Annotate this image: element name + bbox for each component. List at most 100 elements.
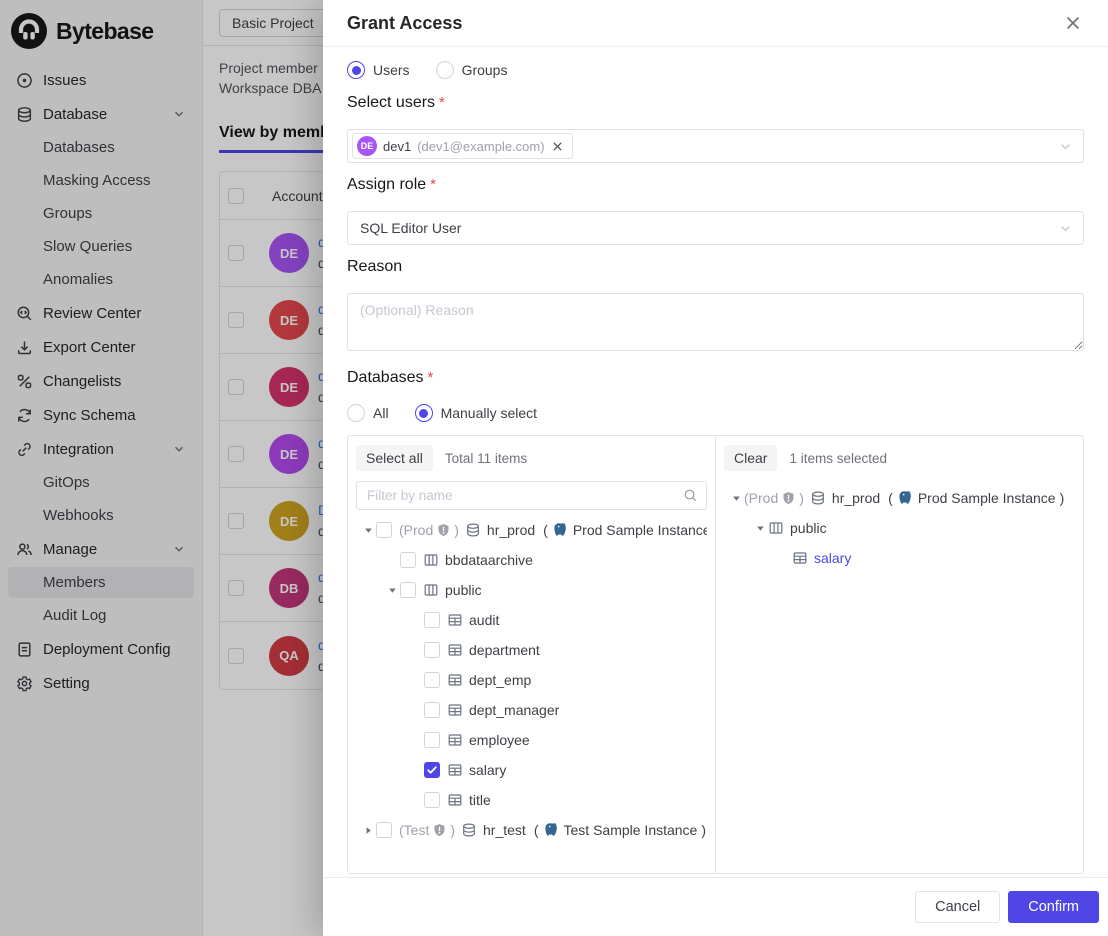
instance-label: (Prod Sample Instance) xyxy=(888,490,1064,507)
radio-manually-select-dot xyxy=(415,404,433,422)
environment-label: (Test) xyxy=(399,822,455,838)
shield-icon xyxy=(781,491,796,506)
tree-node-salary[interactable]: salary xyxy=(724,543,1075,573)
databases-radio-group: All Manually select xyxy=(347,404,1084,422)
radio-users[interactable]: Users xyxy=(347,61,410,79)
tree-node-bbdataarchive[interactable]: bbdataarchive xyxy=(356,545,707,575)
tree-checkbox-audit[interactable] xyxy=(424,612,440,628)
caret-down-icon[interactable] xyxy=(360,522,376,538)
source-tree: (Prod) hr_prod (Prod Sample Instance) bbdat… xyxy=(356,515,707,845)
reason-textarea[interactable] xyxy=(347,293,1084,351)
remove-tag-icon[interactable] xyxy=(551,140,564,153)
tree-node-hr-prod[interactable]: (Prod) hr_prod (Prod Sample Instance) xyxy=(356,515,707,545)
tree-node-department[interactable]: department xyxy=(356,635,707,665)
modal-body: Users Groups Select users* DE dev1 (dev1… xyxy=(323,47,1108,877)
tree-node-label: title xyxy=(469,792,491,808)
tree-checkbox-employee[interactable] xyxy=(424,732,440,748)
tree-checkbox-salary[interactable] xyxy=(424,762,440,778)
tree-node-employee[interactable]: employee xyxy=(356,725,707,755)
tree-checkbox-title[interactable] xyxy=(424,792,440,808)
modal-header: Grant Access xyxy=(323,0,1108,47)
databases-label: Databases* xyxy=(347,369,1084,387)
database-picker: Select all Total 11 items (Prod)hr_prod(… xyxy=(347,435,1084,874)
member-type-radio-group: Users Groups xyxy=(347,61,1084,79)
table-icon xyxy=(447,642,463,658)
clear-button[interactable]: Clear xyxy=(724,445,777,471)
table-icon xyxy=(447,762,463,778)
total-items-text: Total 11 items xyxy=(445,451,527,466)
tree-node-label: employee xyxy=(469,732,530,748)
select-users-input[interactable]: DE dev1 (dev1@example.com) xyxy=(347,129,1084,163)
tree-node-dept-emp[interactable]: dept_emp xyxy=(356,665,707,695)
picker-source-panel: Select all Total 11 items (Prod)hr_prod(… xyxy=(348,436,716,873)
tree-node-public[interactable]: public xyxy=(724,513,1075,543)
grant-access-modal: Grant Access Users Groups Select users* … xyxy=(323,0,1108,936)
caret-down-icon[interactable] xyxy=(752,520,768,536)
tree-node-dept-manager[interactable]: dept_manager xyxy=(356,695,707,725)
schema-icon xyxy=(768,520,784,536)
tree-node-label: salary xyxy=(814,550,851,566)
schema-icon xyxy=(423,582,439,598)
postgresql-icon xyxy=(543,822,560,839)
required-asterisk: * xyxy=(428,369,434,386)
caret-right-icon[interactable] xyxy=(360,822,376,838)
assign-role-label: Assign role* xyxy=(347,176,1084,194)
tree-node-audit[interactable]: audit xyxy=(356,605,707,635)
radio-manually-select-label: Manually select xyxy=(441,405,538,421)
tree-checkbox-dept-manager[interactable] xyxy=(424,702,440,718)
reason-label: Reason xyxy=(347,258,1084,276)
close-icon[interactable] xyxy=(1062,12,1084,34)
tree-node-label: salary xyxy=(469,762,506,778)
confirm-button[interactable]: Confirm xyxy=(1008,891,1099,923)
tree-node-label: hr_test xyxy=(483,822,526,838)
table-icon xyxy=(447,672,463,688)
tree-node-label: audit xyxy=(469,612,499,628)
tree-node-label: bbdataarchive xyxy=(445,552,533,568)
tree-checkbox-public[interactable] xyxy=(400,582,416,598)
tree-node-label: department xyxy=(469,642,540,658)
tree-checkbox-bbdataarchive[interactable] xyxy=(400,552,416,568)
caret-down-icon[interactable] xyxy=(384,582,400,598)
tree-checkbox-dept-emp[interactable] xyxy=(424,672,440,688)
radio-groups-dot xyxy=(436,61,454,79)
instance-label: (Test Sample Instance) xyxy=(534,822,706,839)
caret-down-icon[interactable] xyxy=(728,490,744,506)
shield-icon xyxy=(436,523,451,538)
tree-node-hr-prod[interactable]: (Prod) hr_prod (Prod Sample Instance) xyxy=(724,483,1075,513)
tree-checkbox-hr-prod[interactable] xyxy=(376,522,392,538)
radio-all[interactable]: All xyxy=(347,404,389,422)
tree-node-label: hr_prod xyxy=(487,522,535,538)
environment-label: (Prod) xyxy=(399,522,459,538)
selected-count-text: 1 items selected xyxy=(789,451,887,466)
radio-groups-label: Groups xyxy=(462,62,508,78)
required-asterisk: * xyxy=(439,94,445,111)
assign-role-select[interactable]: SQL Editor User xyxy=(347,211,1084,245)
radio-all-label: All xyxy=(373,405,389,421)
tree-checkbox-hr-test[interactable] xyxy=(376,822,392,838)
shield-icon xyxy=(432,823,447,838)
user-tag-avatar: DE xyxy=(357,136,377,156)
filter-searchbox[interactable] xyxy=(356,481,707,510)
table-icon xyxy=(447,792,463,808)
tree-node-hr-test[interactable]: (Test) hr_test (Test Sample Instance) xyxy=(356,815,707,845)
user-tag-name: dev1 xyxy=(383,139,411,154)
target-panel-header: Clear 1 items selected xyxy=(724,445,1075,471)
picker-target-panel: Clear 1 items selected (Prod)hr_prod(Pro… xyxy=(716,436,1083,873)
tree-node-public[interactable]: public xyxy=(356,575,707,605)
radio-manually-select[interactable]: Manually select xyxy=(415,404,538,422)
select-all-button[interactable]: Select all xyxy=(356,445,433,471)
tree-node-title[interactable]: title xyxy=(356,785,707,815)
instance-label: (Prod Sample Instance) xyxy=(543,522,707,539)
cancel-button[interactable]: Cancel xyxy=(915,891,1000,923)
postgresql-icon xyxy=(552,522,569,539)
tree-checkbox-department[interactable] xyxy=(424,642,440,658)
tree-node-label: hr_prod xyxy=(832,490,880,506)
tree-node-salary[interactable]: salary xyxy=(356,755,707,785)
environment-label: (Prod) xyxy=(744,490,804,506)
source-panel-header: Select all Total 11 items xyxy=(356,445,707,471)
filter-input[interactable] xyxy=(367,488,683,503)
database-icon xyxy=(810,490,826,506)
radio-groups[interactable]: Groups xyxy=(436,61,508,79)
chevron-down-icon xyxy=(1058,221,1073,236)
table-icon xyxy=(447,732,463,748)
